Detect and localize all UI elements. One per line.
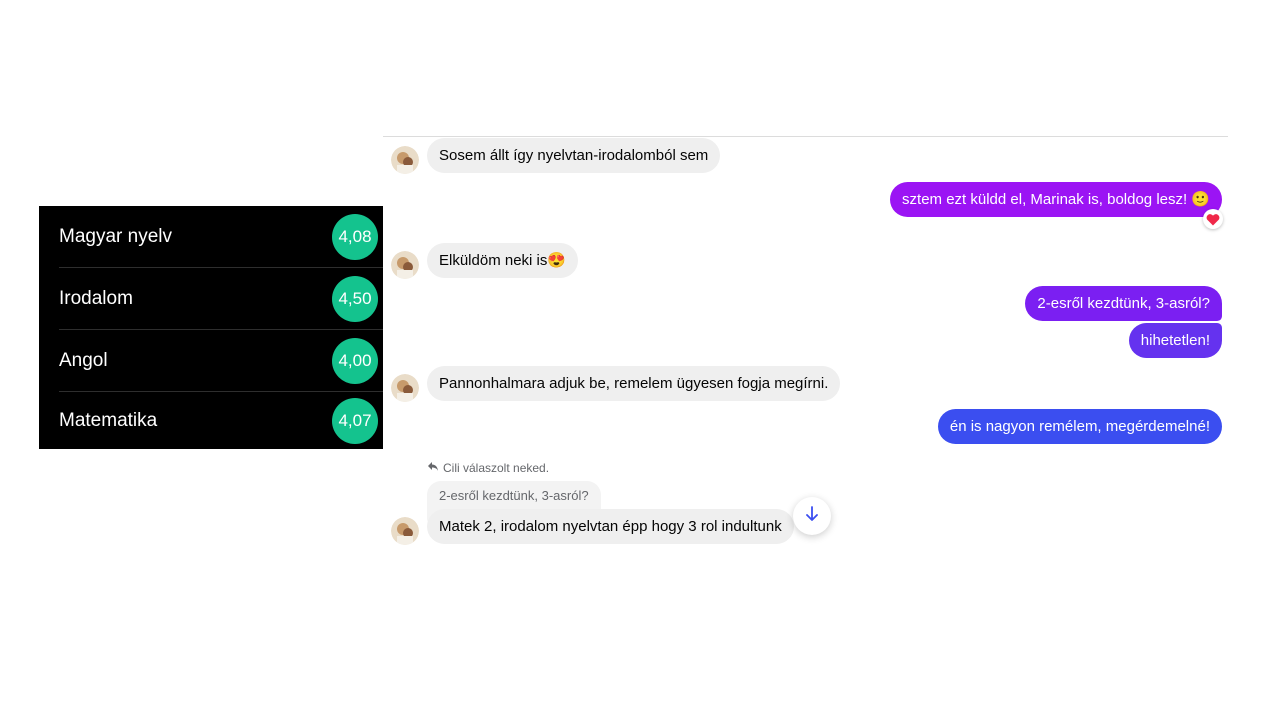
message-bubble-in[interactable]: Matek 2, irodalom nyelvtan épp hogy 3 ro… bbox=[427, 509, 794, 544]
grade-badge: 4,00 bbox=[332, 338, 378, 384]
message-bubble-in[interactable]: Sosem állt így nyelvtan-irodalomból sem bbox=[427, 138, 721, 173]
grade-badge: 4,07 bbox=[332, 397, 378, 444]
grade-row: Irodalom 4,50 bbox=[59, 268, 383, 330]
grade-badge: 4,50 bbox=[332, 276, 378, 322]
message-bubble-out[interactable]: hihetetlen! bbox=[1128, 323, 1222, 358]
grade-subject: Angol bbox=[59, 350, 108, 371]
grade-subject: Magyar nyelv bbox=[59, 226, 172, 247]
message-bubble-in[interactable]: Elküldöm neki is😍 bbox=[427, 243, 579, 278]
grade-badge: 4,08 bbox=[332, 214, 378, 260]
divider bbox=[383, 136, 1228, 137]
scroll-down-button[interactable] bbox=[793, 497, 831, 535]
grade-subject: Irodalom bbox=[59, 288, 133, 309]
message-bubble-out[interactable]: 2-esről kezdtünk, 3-asról? bbox=[1025, 286, 1222, 321]
chat-thread: Sosem állt így nyelvtan-irodalomból sem … bbox=[383, 0, 1280, 720]
reply-arrow-icon bbox=[427, 460, 439, 475]
user-avatar[interactable] bbox=[391, 251, 419, 279]
grade-subject: Matematika bbox=[59, 409, 158, 431]
message-bubble-out[interactable]: sztem ezt küldd el, Marinak is, boldog l… bbox=[890, 182, 1222, 217]
user-avatar[interactable] bbox=[391, 374, 419, 402]
grades-panel: Magyar nyelv 4,08 Irodalom 4,50 Angol 4,… bbox=[39, 206, 383, 449]
heart-reaction-icon[interactable] bbox=[1203, 209, 1223, 229]
grade-row: Matematika 4,07 bbox=[59, 392, 383, 449]
user-avatar[interactable] bbox=[391, 146, 419, 174]
grade-row: Angol 4,00 bbox=[59, 330, 383, 392]
grade-row: Magyar nyelv 4,08 bbox=[59, 206, 383, 268]
message-bubble-in[interactable]: Pannonhalmara adjuk be, remelem ügyesen … bbox=[427, 366, 841, 401]
arrow-down-icon bbox=[804, 505, 820, 528]
message-bubble-out[interactable]: én is nagyon remélem, megérdemelné! bbox=[937, 409, 1222, 444]
reply-info-text: Cili válaszolt neked. bbox=[443, 460, 550, 475]
reply-info: Cili válaszolt neked. bbox=[427, 460, 549, 475]
user-avatar[interactable] bbox=[391, 517, 419, 545]
